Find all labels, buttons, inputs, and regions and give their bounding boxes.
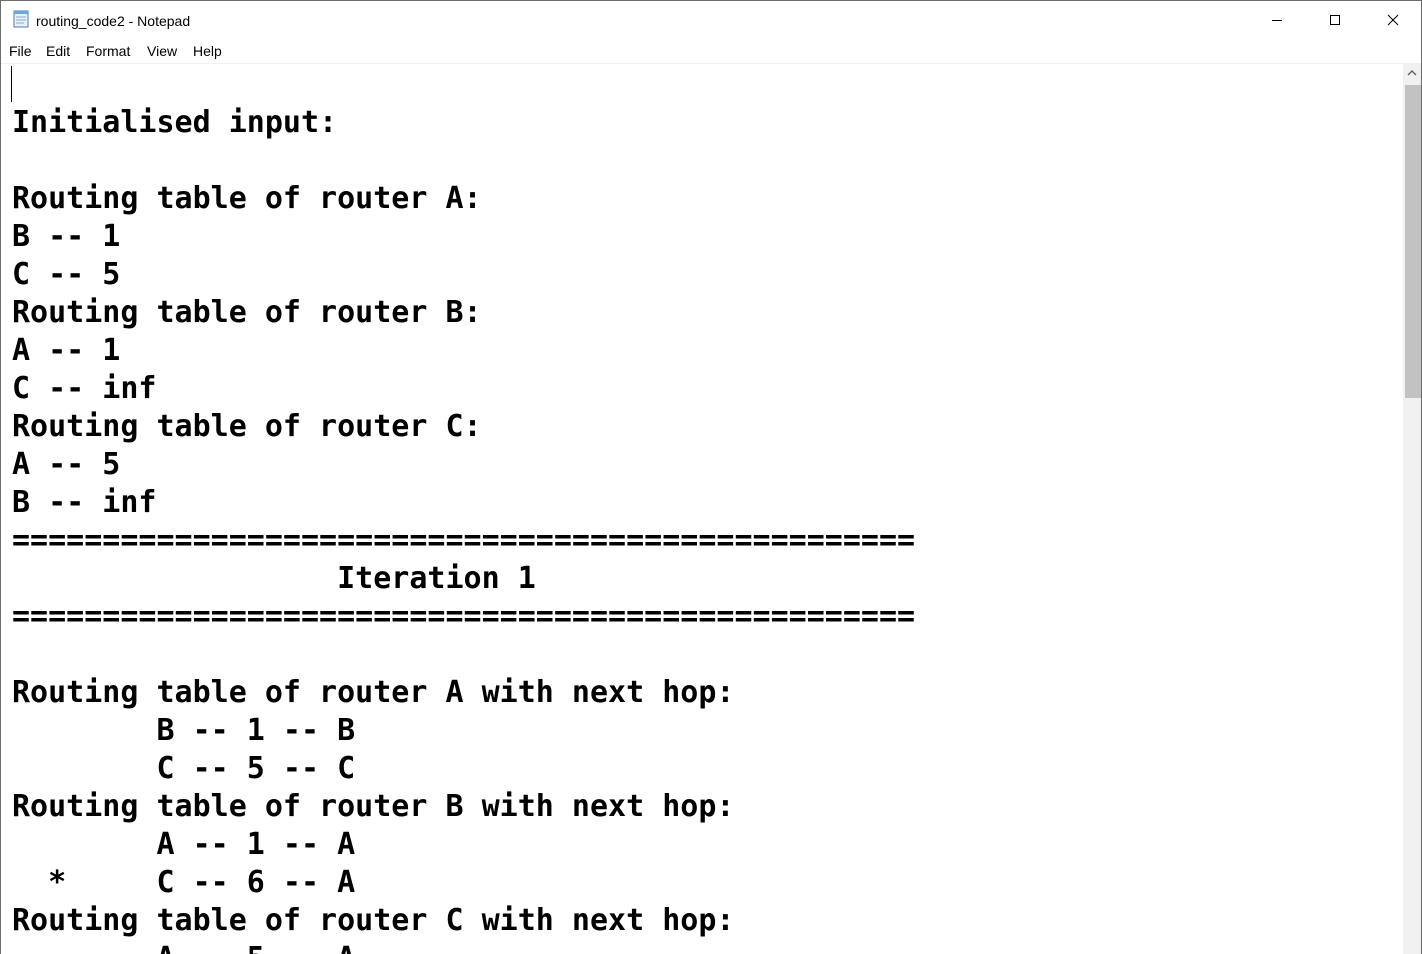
menu-edit[interactable]: Edit (46, 43, 70, 59)
text-caret (11, 66, 12, 102)
maximize-button[interactable] (1306, 1, 1364, 39)
notepad-icon (12, 10, 30, 28)
minimize-icon (1271, 14, 1283, 26)
scroll-thumb[interactable] (1405, 85, 1421, 398)
window-title: routing_code2 - Notepad (36, 13, 191, 29)
vertical-scrollbar[interactable] (1403, 63, 1421, 954)
minimize-button[interactable] (1248, 1, 1306, 39)
editor-content: Initialised input: Routing table of rout… (12, 105, 916, 954)
text-editor[interactable]: Initialised input: Routing table of rout… (1, 63, 1403, 954)
menu-file[interactable]: File (9, 43, 32, 59)
title-bar[interactable]: routing_code2 - Notepad (1, 1, 1421, 39)
notepad-window: routing_code2 - Notepad File Edit Format… (0, 0, 1422, 954)
menu-view[interactable]: View (147, 43, 177, 59)
close-button[interactable] (1364, 1, 1421, 39)
menu-format[interactable]: Format (86, 43, 130, 59)
scroll-up-button[interactable] (1403, 63, 1421, 83)
menu-bar: File Edit Format View Help (1, 39, 1421, 63)
chevron-up-icon (1407, 64, 1417, 82)
close-icon (1387, 14, 1399, 26)
menu-help[interactable]: Help (193, 43, 222, 59)
maximize-icon (1329, 14, 1341, 26)
